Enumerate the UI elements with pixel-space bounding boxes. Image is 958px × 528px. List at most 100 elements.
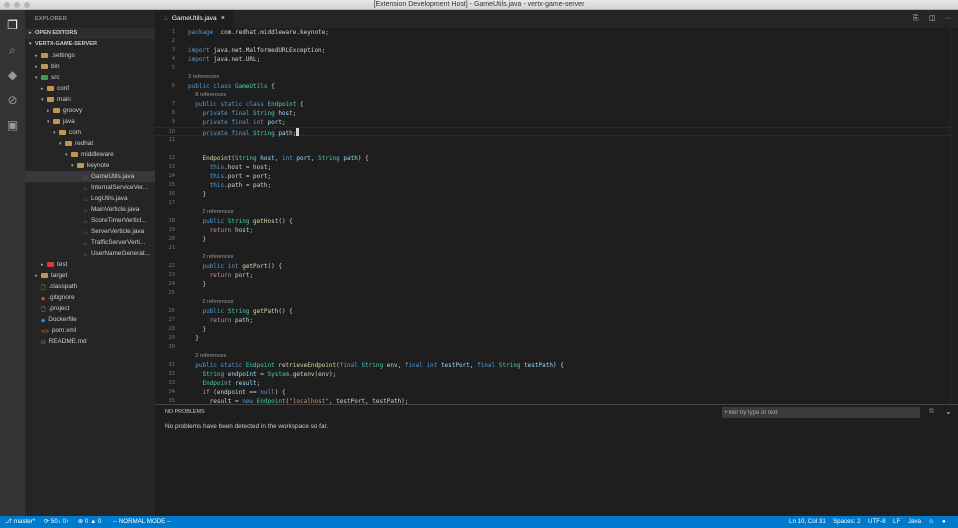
code-token: String: [227, 308, 254, 315]
language-mode[interactable]: Java: [908, 516, 921, 528]
references-link[interactable]: 2 references: [202, 298, 233, 307]
feedback-icon[interactable]: ☺: [928, 516, 934, 528]
tree-item[interactable]: ▾ middleware: [25, 149, 155, 160]
tree-item-label: .gitignore: [48, 294, 75, 301]
problems-indicator[interactable]: ⊗ 0 ▲ 0: [78, 516, 101, 528]
tree-item-label: keynote: [87, 162, 110, 169]
line-ending[interactable]: LF: [893, 516, 900, 528]
code-token: }: [188, 326, 207, 333]
tree-item[interactable]: M README.md: [25, 336, 155, 347]
tree-item[interactable]: ♨ LogUtils.java: [25, 193, 155, 204]
problems-filter-input[interactable]: [722, 407, 920, 418]
references-link[interactable]: 2 references: [202, 208, 233, 217]
project-section[interactable]: ▾ VERTX-GAME-SERVER: [25, 39, 155, 50]
code-token: (env);: [314, 371, 337, 378]
tree-item[interactable]: ◆ Dockerfile: [25, 314, 155, 325]
more-actions-icon[interactable]: ···: [944, 10, 951, 28]
tree-item[interactable]: ♨ TrafficServerVerti...: [25, 237, 155, 248]
close-window-button[interactable]: [4, 2, 10, 8]
references-link[interactable]: 2 references: [202, 253, 233, 262]
code-line: 11: [155, 136, 950, 145]
indentation[interactable]: Spaces: 2: [833, 516, 861, 528]
code-line: 1 package com.redhat.middleware.keynote;: [155, 28, 950, 37]
code-line: 3 import java.net.MalformedURLException;: [155, 46, 950, 55]
code-line: 24 }: [155, 280, 950, 289]
collapse-all-icon[interactable]: ⧉: [929, 408, 934, 416]
tree-item[interactable]: ◆ .gitignore: [25, 292, 155, 303]
open-changes-icon[interactable]: ⎘: [913, 10, 919, 28]
tree-item[interactable]: ♨ GameUtils.java: [25, 171, 155, 182]
status-bar: ⎇ master* ⟳ 50↓ 0↑ ⊗ 0 ▲ 0 -- NORMAL MOD…: [0, 516, 958, 528]
editor-scrollbar[interactable]: [950, 28, 958, 404]
references-link[interactable]: 3 references: [188, 73, 219, 82]
notifications-icon[interactable]: ●: [942, 516, 946, 528]
code-token: =: [256, 371, 268, 378]
tree-item[interactable]: 🗋 .classpath: [25, 281, 155, 292]
encoding[interactable]: UTF-8: [868, 516, 886, 528]
section-label: VERTX-GAME-SERVER: [35, 41, 98, 47]
close-tab-icon[interactable]: ×: [221, 10, 225, 28]
chevron-down-icon[interactable]: ⌄: [945, 407, 952, 416]
minimize-window-button[interactable]: [14, 2, 20, 8]
code-editor[interactable]: 1 package com.redhat.middleware.keynote; 2…: [155, 28, 958, 404]
line-code: return port;: [188, 271, 253, 280]
tree-item[interactable]: ▸ conf: [25, 83, 155, 94]
tree-item[interactable]: ▸ target: [25, 270, 155, 281]
tree-item[interactable]: ▾ java: [25, 116, 155, 127]
code-line: 18 public String getHost() {: [155, 217, 950, 226]
code-token: testPort: [440, 362, 470, 369]
tree-item-label: Dockerfile: [48, 316, 77, 323]
line-code: this.port = port;: [188, 172, 271, 181]
tree-item[interactable]: ▾ redhat: [25, 138, 155, 149]
extensions-icon[interactable]: ▣: [5, 118, 20, 133]
tree-item[interactable]: ▸ test: [25, 259, 155, 270]
tree-item[interactable]: ▾ keynote: [25, 160, 155, 171]
search-icon[interactable]: ⌕: [5, 43, 20, 58]
zoom-window-button[interactable]: [24, 2, 30, 8]
code-token: getPort: [242, 263, 268, 270]
sync-indicator[interactable]: ⟳ 50↓ 0↑: [44, 516, 69, 528]
tree-item[interactable]: ▸ groovy: [25, 105, 155, 116]
tree-item[interactable]: ♨ UserNameGenerat...: [25, 248, 155, 259]
sync-counts: 50↓ 0↑: [50, 518, 70, 525]
debug-icon[interactable]: ⊘: [5, 93, 20, 108]
code-token: public static: [195, 362, 246, 369]
cursor-position[interactable]: Ln 10, Col 31: [789, 516, 826, 528]
tab-bar: ♨ GameUtils.java × ⎘ ◫ ···: [155, 10, 958, 28]
open-editors-section[interactable]: ▸ OPEN EDITORS: [25, 28, 155, 39]
line-code: String endpoint = System.getenv(env);: [188, 370, 336, 379]
tree-item[interactable]: ♨ InternalServiceVer...: [25, 182, 155, 193]
panel-title[interactable]: NO PROBLEMS: [165, 409, 205, 415]
tree-item[interactable]: </> pom.xml: [25, 325, 155, 336]
tree-item[interactable]: ♨ ScoreTimerVerticl...: [25, 215, 155, 226]
tree-item[interactable]: 🗋 .project: [25, 303, 155, 314]
tree-item[interactable]: ▾ com: [25, 127, 155, 138]
code-line: 31 public static Endpoint retrieveEndpoi…: [155, 361, 950, 370]
code-token: public int: [202, 263, 243, 270]
source-control-icon[interactable]: ◆: [5, 68, 20, 83]
references-link[interactable]: 2 references: [195, 352, 226, 361]
codelens-references: 2 references: [155, 298, 950, 307]
tree-item[interactable]: ▸ .settings: [25, 50, 155, 61]
tree-item-label: target: [51, 272, 68, 279]
code-line: 5: [155, 64, 950, 73]
branch-indicator[interactable]: ⎇ master*: [5, 516, 35, 528]
code-token: String: [498, 362, 525, 369]
explorer-icon[interactable]: ❐: [5, 18, 20, 33]
code-token: import: [188, 47, 210, 54]
split-editor-icon[interactable]: ◫: [929, 10, 936, 28]
tree-item-label: main: [57, 96, 71, 103]
code-token: port: [296, 155, 311, 162]
tree-item[interactable]: ♨ ServerVerticle.java: [25, 226, 155, 237]
tree-item[interactable]: ▸ bin: [25, 61, 155, 72]
tab-gameutils-java[interactable]: ♨ GameUtils.java ×: [155, 10, 233, 28]
tree-item[interactable]: ▾ main: [25, 94, 155, 105]
tree-item[interactable]: ▾ src: [25, 72, 155, 83]
tree-item[interactable]: ♨ MainVerticle.java: [25, 204, 155, 215]
references-link[interactable]: 8 references: [195, 91, 226, 100]
